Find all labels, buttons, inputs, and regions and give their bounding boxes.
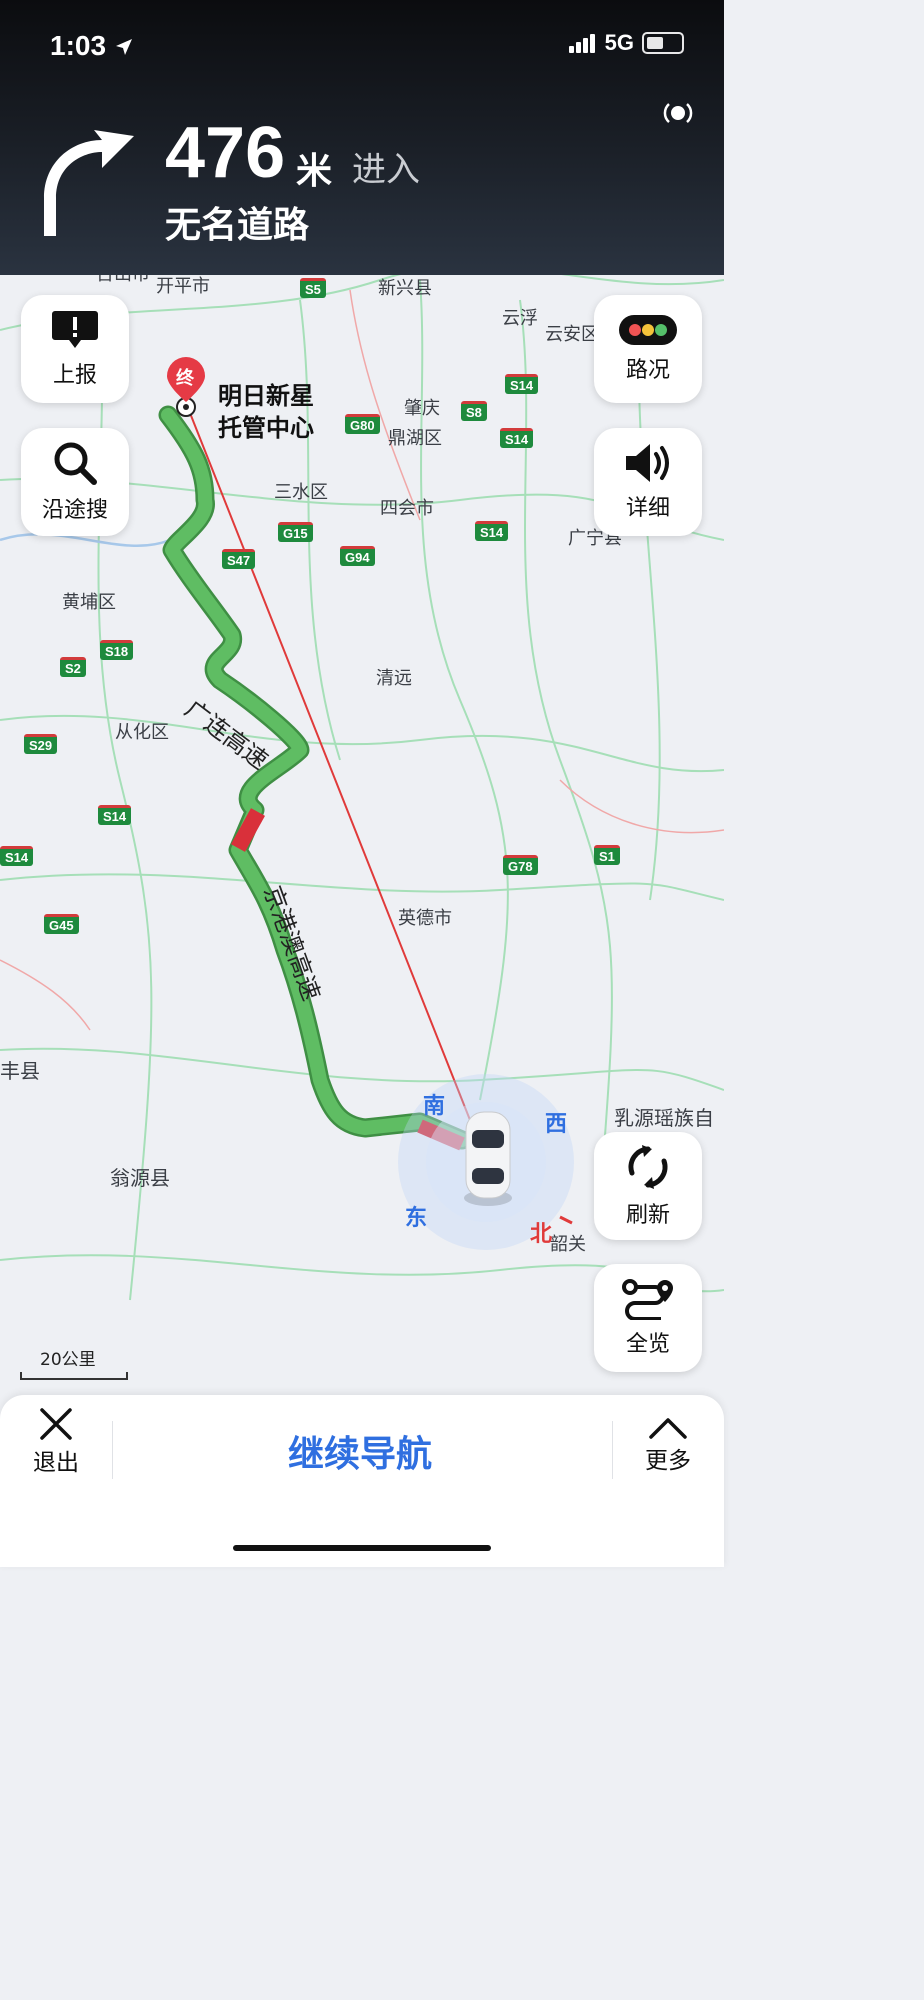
place-label: 鼎湖区 [388,428,442,449]
place-label: 四会市 [380,498,434,519]
place-label: 肇庆 [404,398,440,419]
divider-right [612,1421,613,1479]
next-road-name: 无名道路 [165,205,310,246]
destination-label-line2: 托管中心 [218,414,314,442]
traffic-light-icon [619,315,677,345]
road-shield: S14 [98,805,132,825]
more-button[interactable]: 更多 [632,1417,704,1475]
overview-label: 全览 [625,1332,670,1357]
gps-signal-icon[interactable] [663,98,693,128]
road-shield: G15 [278,522,313,542]
road-shield: G45 [44,914,79,934]
speaker-icon [626,444,669,482]
compass-west: 西 [545,1112,568,1137]
road-shield: G80 [345,414,380,434]
road-shield: S2 [60,657,86,677]
destination-marker-text: 终 [176,368,194,389]
road-shield: S8 [461,401,487,421]
traffic-button[interactable]: 路况 [594,295,702,403]
place-label: 黄埔区 [62,592,116,613]
road-shield: S5 [300,278,326,298]
road-shield: S14 [505,374,539,394]
road-shield: S47 [222,549,256,569]
close-icon [40,1408,72,1440]
road-shield: S14 [500,428,534,448]
search-along-label: 沿途搜 [41,498,108,523]
exit-label: 退出 [33,1450,79,1476]
turn-right-arrow-icon [44,130,134,236]
map-scale: 20公里 [20,1345,128,1380]
destination-label-line1: 明日新星 [218,382,314,410]
turn-distance: 476 [165,113,286,193]
status-indicators: 5G [568,30,684,56]
place-label: 开平市 [156,276,210,297]
road-shield: S14 [475,521,509,541]
distance-unit: 米 [296,151,333,192]
compass-south: 南 [423,1094,446,1119]
report-button[interactable]: 上报 [21,295,129,403]
place-label: 从化区 [115,722,169,743]
car-position-icon [464,1111,512,1206]
navigation-panel: 1:03 5G 476 米 进入 无名道路 [0,0,724,275]
place-label: 韶关 [550,1234,586,1255]
road-shield: S29 [24,734,58,754]
refresh-button[interactable]: 刷新 [594,1132,702,1240]
signal-icon [568,33,597,53]
scale-bar [20,1372,128,1380]
continue-navigation-button[interactable]: 继续导航 [150,1425,570,1477]
compass-north: 北 [530,1222,553,1247]
refresh-icon [628,1145,668,1189]
turn-action: 进入 [352,150,420,190]
status-time: 1:03 [50,30,134,62]
road-shield: S14 [0,846,34,866]
overview-button[interactable]: 全览 [594,1264,702,1372]
more-label: 更多 [645,1448,691,1474]
traffic-label: 路况 [625,358,670,383]
home-indicator [233,1545,491,1551]
place-label: 清远 [376,668,412,689]
road-shield: S1 [594,845,620,865]
exit-button[interactable]: 退出 [20,1407,92,1477]
bottom-bar: 退出 继续导航 更多 [0,1395,724,1567]
place-label: 云安区 [545,324,599,345]
place-label: 乳源瑶族自 [614,1106,714,1130]
refresh-label: 刷新 [625,1203,670,1228]
scale-label: 20公里 [40,1350,96,1370]
network-type: 5G [604,30,634,55]
place-label: 三水区 [274,482,328,503]
route-overview-icon [622,1279,673,1320]
road-shield: G78 [503,855,538,875]
road-shield: G94 [340,546,375,566]
chevron-up-icon [649,1418,687,1439]
place-label: 英德市 [398,908,452,929]
detail-label: 详细 [625,496,670,521]
battery-icon [642,32,684,54]
compass-east: 东 [405,1206,428,1231]
search-icon [54,442,97,485]
location-arrow-icon [115,39,132,55]
divider-left [112,1421,113,1479]
report-label: 上报 [52,363,97,388]
place-label: 丰县 [0,1059,40,1083]
report-icon [52,311,98,348]
place-label: 云浮 [502,308,538,329]
detail-voice-button[interactable]: 详细 [594,428,702,536]
search-along-button[interactable]: 沿途搜 [21,428,129,536]
place-label: 新兴县 [378,278,432,299]
place-label: 翁源县 [110,1166,170,1190]
road-shield: S18 [100,640,134,660]
